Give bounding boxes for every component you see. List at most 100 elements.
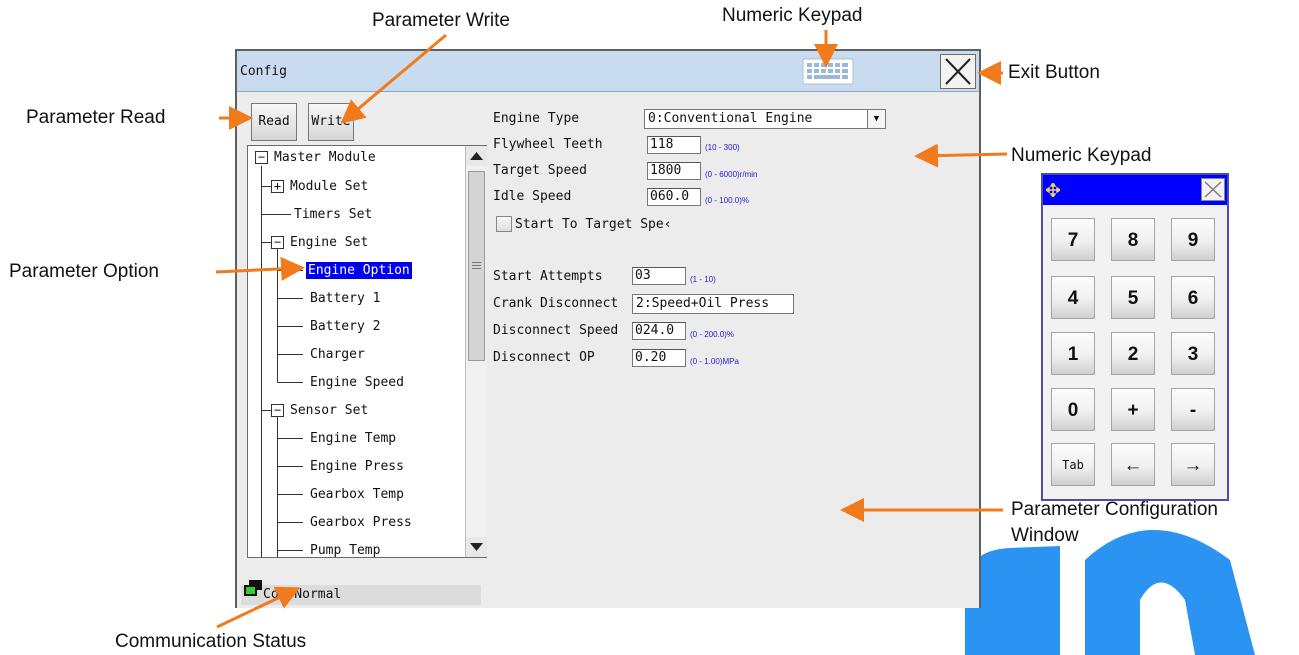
tree-item-label: Battery 1 — [310, 291, 381, 306]
crank-disconnect-select[interactable]: 2:Speed+Oil Press — [632, 294, 794, 314]
key-1[interactable]: 1 — [1051, 332, 1095, 375]
target-speed-label: Target Speed — [493, 163, 587, 178]
key-8[interactable]: 8 — [1111, 218, 1155, 261]
disconnect-op-input[interactable]: 0.20 — [632, 349, 686, 367]
connection-icon — [244, 580, 262, 596]
numeric-keypad: 7 8 9 4 5 6 1 2 3 0 + - Tab ← → — [1041, 173, 1229, 501]
tree-item-pump-temp[interactable]: Pump Temp — [308, 540, 382, 558]
tree-item-engine-set[interactable]: Engine Set — [288, 232, 370, 254]
disconnect-speed-range: (0 - 200.0)% — [690, 330, 735, 339]
key-2[interactable]: 2 — [1111, 332, 1155, 375]
target-speed-range: (0 - 6000)r/min — [705, 170, 758, 179]
tree-item-label: Battery 2 — [310, 319, 381, 334]
keypad-title-bar[interactable] — [1043, 175, 1227, 205]
collapse-icon[interactable]: − — [271, 404, 284, 417]
key-4[interactable]: 4 — [1051, 276, 1095, 319]
tree-item-label: Engine Option — [306, 262, 412, 279]
key-5[interactable]: 5 — [1111, 276, 1155, 319]
dropdown-arrow-icon: ▼ — [867, 110, 885, 128]
tree-item-engine-speed[interactable]: Engine Speed — [308, 372, 406, 394]
disconnect-op-range: (0 - 1.00)MPa — [690, 357, 739, 366]
annotation-numeric-keypad-right: Numeric Keypad — [1011, 145, 1152, 166]
tree-item-module-set[interactable]: Module Set — [288, 176, 370, 198]
key-minus[interactable]: - — [1171, 388, 1215, 431]
idle-speed-range: (0 - 100.0)% — [705, 196, 750, 205]
key-7[interactable]: 7 — [1051, 218, 1095, 261]
tree-item-battery-2[interactable]: Battery 2 — [308, 316, 382, 338]
start-attempts-range: (1 - 10) — [690, 275, 716, 284]
tree-item-label: Sensor Set — [290, 403, 369, 418]
tree-item-master-module[interactable]: Master Module — [272, 147, 378, 169]
disconnect-speed-label: Disconnect Speed — [493, 323, 619, 338]
tree-item-engine-option[interactable]: Engine Option — [306, 260, 412, 282]
tree-item-charger[interactable]: Charger — [308, 344, 367, 366]
key-6[interactable]: 6 — [1171, 276, 1215, 319]
status-text: Com Normal — [263, 587, 342, 602]
triangle-up-icon — [470, 152, 483, 160]
close-icon — [1204, 181, 1222, 198]
tree-item-label: Charger — [310, 347, 365, 362]
start-to-target-checkbox[interactable] — [496, 216, 512, 232]
tree-item-engine-press[interactable]: Engine Press — [308, 456, 406, 478]
tree-item-label: Module Set — [290, 179, 369, 194]
tree-item-label: Pump Temp — [310, 543, 381, 558]
config-window: Config Read Write − Master Module + Modu… — [235, 49, 1229, 608]
collapse-icon[interactable]: − — [255, 151, 268, 164]
annotation-numeric-keypad-top: Numeric Keypad — [722, 5, 863, 26]
tree-item-label: Master Module — [274, 150, 376, 165]
disconnect-speed-input[interactable]: 024.0 — [632, 322, 686, 340]
move-icon[interactable] — [1046, 183, 1060, 197]
idle-speed-input[interactable]: 060.0 — [647, 188, 701, 206]
tree-item-label: Engine Press — [310, 459, 404, 474]
engine-type-value: 0:Conventional Engine — [648, 111, 813, 126]
target-speed-input[interactable]: 1800 — [647, 162, 701, 180]
tree-scrollbar[interactable] — [465, 146, 487, 557]
annotation-config-window-line1: Parameter Configuration — [1011, 499, 1218, 520]
crank-disconnect-value: 2:Speed+Oil Press — [636, 296, 770, 311]
start-to-target-label: Start To Target Spe‹ — [515, 217, 672, 232]
crank-disconnect-label: Crank Disconnect — [493, 296, 619, 311]
parameter-configuration-window: Engine Type 0:Conventional Engine ▼ Flyw… — [487, 93, 1229, 608]
triangle-down-icon — [470, 543, 483, 551]
collapse-icon[interactable]: − — [271, 236, 284, 249]
tree-item-label: Engine Speed — [310, 375, 404, 390]
tree-item-engine-temp[interactable]: Engine Temp — [308, 428, 398, 450]
key-0[interactable]: 0 — [1051, 388, 1095, 431]
annotation-communication-status: Communication Status — [115, 631, 307, 652]
annotation-parameter-read: Parameter Read — [26, 107, 166, 128]
title-bar: Config — [237, 51, 979, 92]
tree-item-label: Timers Set — [294, 207, 373, 222]
key-arrow-right[interactable]: → — [1171, 443, 1215, 486]
annotation-parameter-option: Parameter Option — [9, 261, 159, 282]
communication-status: Com Normal — [241, 580, 481, 605]
key-tab[interactable]: Tab — [1051, 443, 1095, 486]
start-attempts-input[interactable]: 03 — [632, 267, 686, 285]
read-button[interactable]: Read — [251, 103, 297, 141]
tree-item-sensor-set[interactable]: Sensor Set — [288, 400, 370, 422]
tree-item-label: Engine Temp — [310, 431, 397, 446]
key-9[interactable]: 9 — [1171, 218, 1215, 261]
flywheel-teeth-input[interactable]: 118 — [647, 136, 701, 154]
scroll-thumb[interactable] — [468, 171, 485, 361]
key-plus[interactable]: + — [1111, 388, 1155, 431]
tree-item-label: Gearbox Press — [310, 515, 412, 530]
tree-item-battery-1[interactable]: Battery 1 — [308, 288, 382, 310]
tree-item-timers-set[interactable]: Timers Set — [292, 204, 374, 226]
tree-item-gearbox-press[interactable]: Gearbox Press — [308, 512, 414, 534]
tree-item-label: Engine Set — [290, 235, 369, 250]
module-tree: − Master Module + Module Set Timers Set … — [247, 145, 488, 558]
flywheel-teeth-label: Flywheel Teeth — [493, 137, 603, 152]
tree-item-gearbox-temp[interactable]: Gearbox Temp — [308, 484, 406, 506]
engine-type-select[interactable]: 0:Conventional Engine ▼ — [644, 109, 886, 129]
key-3[interactable]: 3 — [1171, 332, 1215, 375]
scroll-down-button[interactable] — [466, 537, 487, 557]
exit-button[interactable] — [940, 54, 976, 89]
write-button[interactable]: Write — [308, 103, 354, 141]
flywheel-teeth-range: (10 - 300) — [705, 143, 740, 152]
key-arrow-left[interactable]: ← — [1111, 443, 1155, 486]
keypad-close-button[interactable] — [1201, 178, 1225, 201]
engine-type-label: Engine Type — [493, 111, 580, 126]
expand-icon[interactable]: + — [271, 180, 284, 193]
scroll-up-button[interactable] — [466, 146, 487, 166]
keyboard-icon[interactable] — [802, 58, 854, 85]
